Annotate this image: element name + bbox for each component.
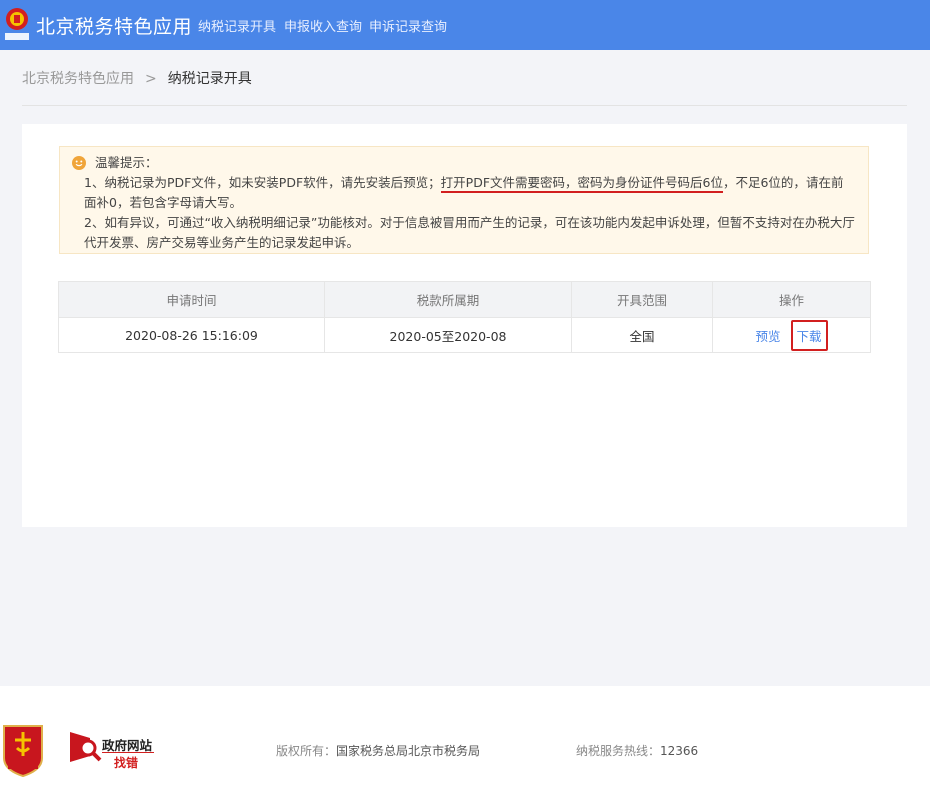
nav-tax-record[interactable]: 纳税记录开具	[198, 16, 276, 35]
notice-box: 温馨提示： 1、纳税记录为PDF文件，如未安装PDF软件，请先安装后预览；打开P…	[59, 146, 869, 254]
top-navbar: 北京税务特色应用 纳税记录开具 申报收入查询 申诉记录查询	[0, 0, 930, 50]
notice-line-2: 2、如有异议，可通过“收入纳税明细记录”功能核对。对于信息被冒用而产生的记录，可…	[84, 215, 855, 230]
footer: 政府网站 找错 版权所有：国家税务总局北京市税务局 纳税服务热线：12366	[0, 686, 930, 810]
breadcrumb-separator: >	[145, 71, 157, 87]
cell-apply-time: 2020-08-26 15:16:09	[58, 317, 325, 353]
gov-site-subtitle[interactable]: 找错	[114, 754, 138, 771]
copyright-value: 国家税务总局北京市税务局	[336, 744, 481, 758]
party-gov-badge-icon[interactable]	[0, 722, 46, 778]
hotline: 纳税服务热线：12366	[576, 742, 698, 759]
gov-site-error-icon[interactable]	[68, 730, 104, 764]
notice-line-1: 1、纳税记录为PDF文件，如未安装PDF软件，请先安装后预览；打开PDF文件需要…	[84, 173, 864, 193]
nav-appeal-query[interactable]: 申诉记录查询	[369, 16, 447, 35]
breadcrumb: 北京税务特色应用 > 纳税记录开具	[22, 68, 252, 88]
copyright-label: 版权所有：	[276, 744, 337, 758]
notice-line-1-cont: 面补0，若包含字母请大写。	[84, 195, 242, 210]
main-panel: 温馨提示： 1、纳税记录为PDF文件，如未安装PDF软件，请先安装后预览；打开P…	[22, 124, 907, 527]
records-table: 申请时间 税款所属期 开具范围 操作 2020-08-26 15:16:09 2…	[58, 281, 871, 353]
table-header-row: 申请时间 税款所属期 开具范围 操作	[58, 281, 871, 318]
notice-line-1-tail: ，不足6位的，请在前	[722, 175, 844, 190]
notice-title: 温馨提示：	[95, 155, 158, 170]
smile-icon	[72, 156, 86, 170]
cell-actions: 预览 下载	[712, 317, 871, 353]
breadcrumb-root[interactable]: 北京税务特色应用	[22, 71, 134, 87]
app-title[interactable]: 北京税务特色应用	[36, 12, 192, 39]
col-actions: 操作	[712, 281, 871, 318]
gov-site-divider	[102, 752, 154, 753]
table-row: 2020-08-26 15:16:09 2020-05至2020-08 全国 预…	[58, 317, 871, 353]
col-apply-time: 申请时间	[58, 281, 325, 318]
tax-emblem-icon	[5, 8, 29, 40]
col-scope: 开具范围	[571, 281, 713, 318]
password-hint-highlight: 打开PDF文件需要密码，密码为身份证件号码后6位	[440, 175, 723, 193]
notice-line-2-cont: 代开发票、房产交易等业务产生的记录发起申诉。	[84, 235, 360, 250]
preview-link[interactable]: 预览	[755, 329, 780, 344]
breadcrumb-current: 纳税记录开具	[167, 71, 252, 87]
copyright: 版权所有：国家税务总局北京市税务局	[276, 742, 480, 759]
nav-income-query[interactable]: 申报收入查询	[284, 16, 362, 35]
hotline-value: 12366	[660, 744, 699, 758]
divider	[22, 105, 907, 106]
cell-scope: 全国	[571, 317, 713, 353]
cell-tax-period: 2020-05至2020-08	[324, 317, 572, 353]
hotline-label: 纳税服务热线：	[576, 744, 661, 758]
col-tax-period: 税款所属期	[324, 281, 572, 318]
download-link[interactable]: 下载	[790, 319, 828, 351]
notice-line-1-text: 1、纳税记录为PDF文件，如未安装PDF软件，请先安装后预览；	[84, 175, 441, 190]
